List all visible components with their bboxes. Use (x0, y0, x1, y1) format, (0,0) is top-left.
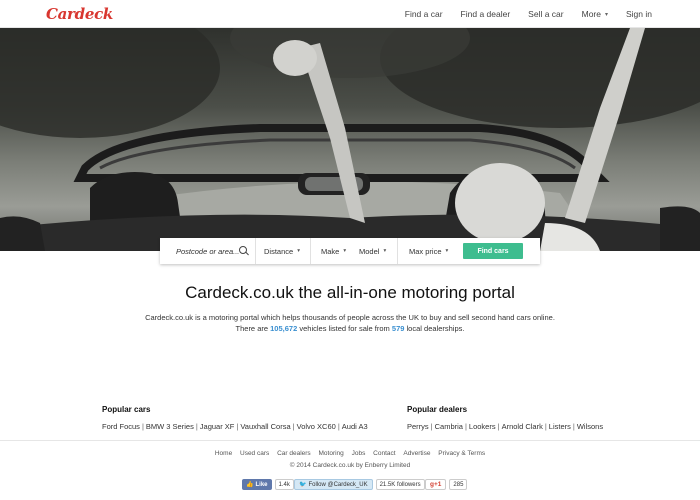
popular-dealer-link[interactable]: Listers (549, 422, 571, 431)
find-cars-button[interactable]: Find cars (463, 243, 523, 259)
popular-dealer-link[interactable]: Lookers (469, 422, 496, 431)
like-label: Like (255, 481, 268, 488)
max-price-select[interactable]: Max price ▾ (398, 238, 458, 264)
popular-cars-list: Ford Focus | BMW 3 Series | Jaguar XF | Vauxha… (102, 422, 368, 431)
copyright-text: © 2014 Cardeck.co.uk by Enberry Limited (289, 462, 411, 469)
popular-car-link[interactable]: Audi A3 (342, 422, 368, 431)
separator: | (337, 422, 340, 431)
gplus-count: 285 (449, 479, 468, 490)
popular-cars-heading: Popular cars (102, 405, 151, 414)
twitter-follow-button[interactable]: 🐦 Follow @Cardeck_UK (294, 479, 373, 490)
postcode-placeholder: Postcode or area... (176, 246, 240, 256)
facebook-like-widget: 👍 Like 1.4k (242, 479, 294, 490)
footer-link-car-dealers[interactable]: Car dealers (277, 450, 311, 457)
google-plus-button[interactable]: g+1 (425, 479, 447, 490)
nav-find-a-dealer-label: Find a dealer (460, 9, 511, 19)
separator: | (497, 422, 500, 431)
distance-label: Distance (264, 246, 294, 256)
max-price-label: Max price (409, 246, 442, 256)
footer-divider (0, 440, 700, 441)
hero-image (0, 28, 700, 251)
popular-dealer-link[interactable]: Cambria (435, 422, 463, 431)
page-title: Cardeck.co.uk the all-in-one motoring po… (185, 283, 515, 302)
intro-prefix: There are (235, 324, 269, 333)
footer-link-used-cars[interactable]: Used cars (240, 450, 269, 457)
separator: | (430, 422, 433, 431)
postcode-input[interactable]: Postcode or area... (160, 238, 256, 264)
site-header: Cardeck Find a car Find a dealer Sell a … (0, 0, 700, 28)
separator: | (292, 422, 295, 431)
footer-link-jobs[interactable]: Jobs (352, 450, 366, 457)
popular-car-link[interactable]: Volvo XC60 (297, 422, 336, 431)
chevron-down-icon: ▾ (604, 11, 608, 18)
footer-link-home[interactable]: Home (215, 450, 232, 457)
footer-link-privacy-terms[interactable]: Privacy & Terms (438, 450, 485, 457)
nav-sell-a-car[interactable]: Sell a car (528, 9, 563, 19)
nav-sign-in-label: Sign in (626, 9, 652, 19)
cardeck-logo[interactable]: Cardeck (46, 5, 113, 23)
search-icon[interactable] (239, 246, 247, 256)
nav-sign-in[interactable]: Sign in (626, 9, 652, 19)
vehicles-count: 105,672 (270, 324, 298, 333)
popular-car-link[interactable]: Ford Focus (102, 422, 140, 431)
like-count: 1.4k (274, 479, 294, 490)
main-nav: Find a car Find a dealer Sell a car More… (387, 0, 652, 28)
nav-find-a-car-label: Find a car (404, 9, 443, 19)
separator: | (572, 422, 575, 431)
nav-find-a-dealer[interactable]: Find a dealer (461, 9, 511, 19)
facebook-like-button[interactable]: 👍 Like (242, 479, 272, 490)
hero-photo (0, 28, 700, 251)
twitter-follow-widget: 🐦 Follow @Cardeck_UK 21.5K followers (294, 479, 425, 490)
footer-nav: Home Used cars Car dealers Motoring Jobs… (0, 450, 700, 457)
popular-dealers-list: Perrys | Cambria | Lookers | Arnold Clark | List… (407, 422, 603, 431)
footer-link-motoring[interactable]: Motoring (319, 450, 344, 457)
separator: | (141, 422, 144, 431)
chevron-down-icon: ▾ (383, 248, 387, 254)
nav-more-label: More (581, 9, 601, 19)
separator: | (236, 422, 239, 431)
twitter-bird-icon: 🐦 (299, 482, 307, 488)
popular-dealer-link[interactable]: Arnold Clark (502, 422, 543, 431)
car-search-bar: Postcode or area... Distance ▾ Make ▾ Mode… (160, 238, 540, 264)
distance-select[interactable]: Distance ▾ (256, 238, 311, 264)
footer-link-advertise[interactable]: Advertise (403, 450, 430, 457)
dealers-count: 579 (391, 324, 405, 333)
popular-car-link[interactable]: Jaguar XF (200, 422, 235, 431)
nav-sell-a-car-label: Sell a car (528, 9, 564, 19)
popular-car-link[interactable]: BMW 3 Series (146, 422, 194, 431)
separator: | (195, 422, 198, 431)
google-plus-widget: g+1 285 (425, 479, 468, 490)
separator: | (464, 422, 467, 431)
make-select[interactable]: Make ▾ (311, 238, 351, 264)
intro-line-2: There are 105,672 vehicles listed for sa… (0, 323, 700, 334)
model-label: Model (359, 246, 380, 256)
intro-line-1: Cardeck.co.uk is a motoring portal which… (145, 313, 555, 322)
intro-suffix: local dealerships. (406, 324, 465, 333)
chevron-down-icon: ▾ (297, 248, 300, 254)
popular-dealer-link[interactable]: Perrys (407, 422, 429, 431)
intro-text: Cardeck.co.uk is a motoring portal which… (0, 312, 700, 334)
thumbs-up-icon: 👍 (246, 482, 254, 488)
nav-more[interactable]: More ▾ (582, 9, 608, 19)
model-select[interactable]: Model ▾ (351, 238, 398, 264)
footer-link-contact[interactable]: Contact (373, 450, 395, 457)
nav-find-a-car[interactable]: Find a car (405, 9, 443, 19)
make-label: Make (321, 246, 340, 256)
chevron-down-icon: ▾ (343, 248, 347, 254)
followers-count: 21.5K followers (375, 479, 425, 490)
follow-label: Follow @Cardeck_UK (308, 481, 368, 488)
separator: | (544, 422, 547, 431)
popular-car-link[interactable]: Vauxhall Corsa (240, 422, 290, 431)
popular-dealers-heading: Popular dealers (407, 405, 468, 414)
intro-mid: vehicles listed for sale from (299, 324, 390, 333)
popular-dealer-link[interactable]: Wilsons (577, 422, 603, 431)
chevron-down-icon: ▾ (445, 248, 449, 254)
